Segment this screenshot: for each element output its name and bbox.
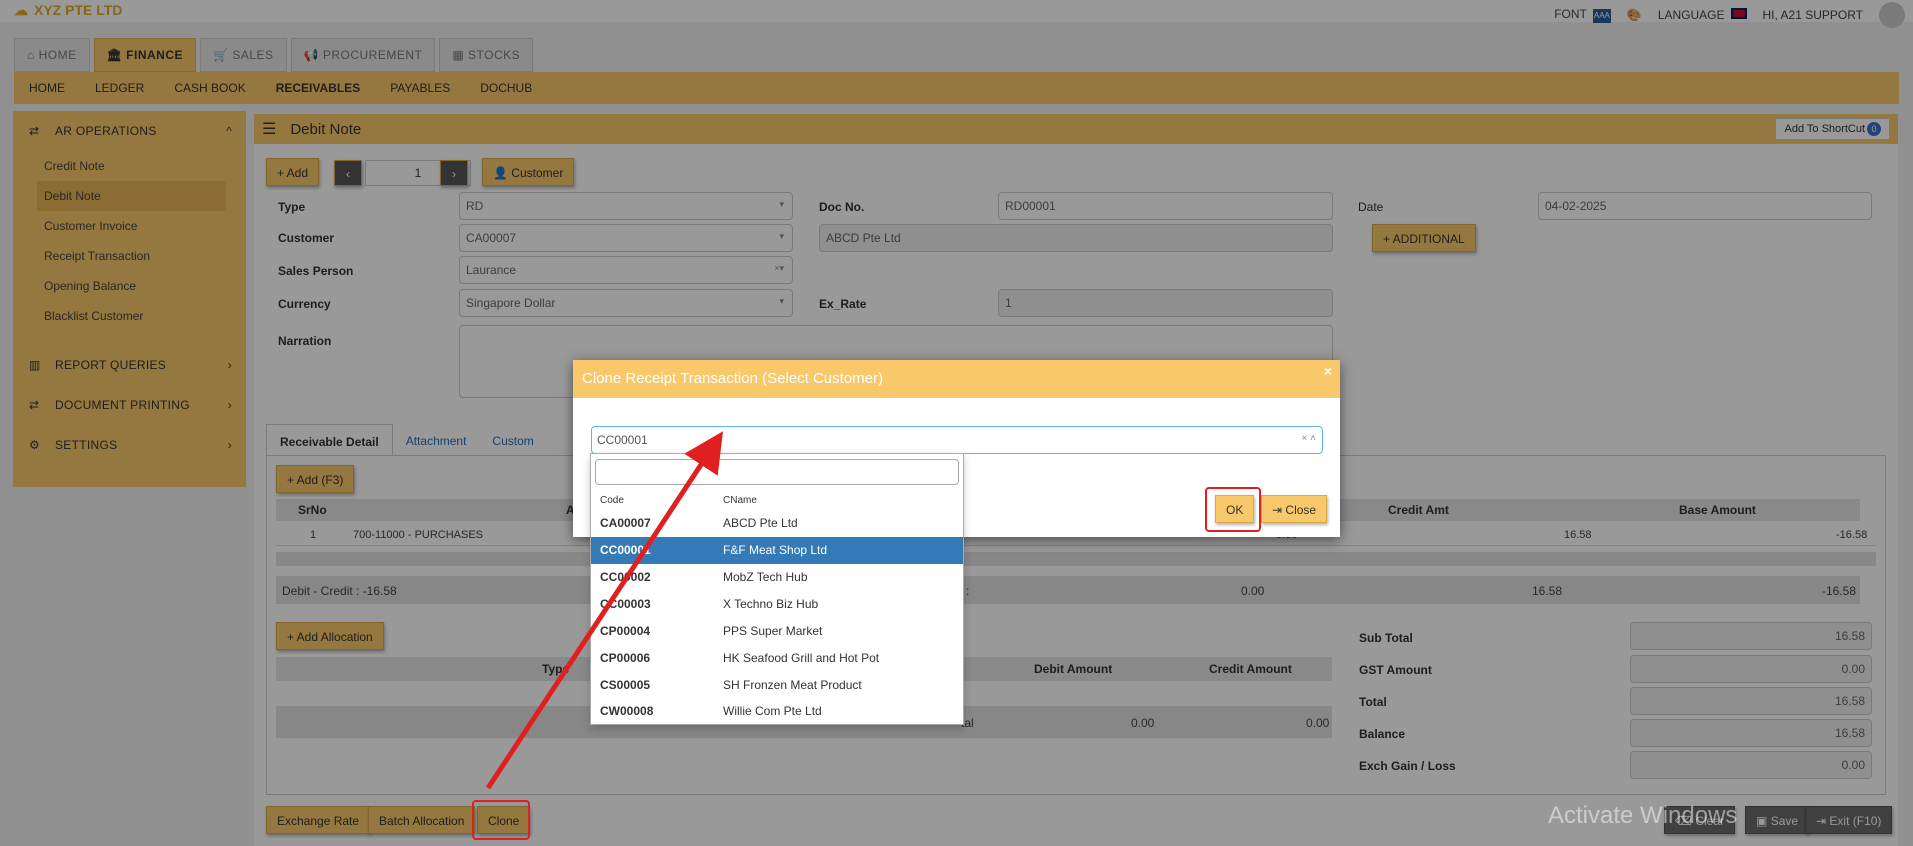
arrow-line <box>485 431 724 790</box>
annotation-arrow <box>485 431 724 790</box>
